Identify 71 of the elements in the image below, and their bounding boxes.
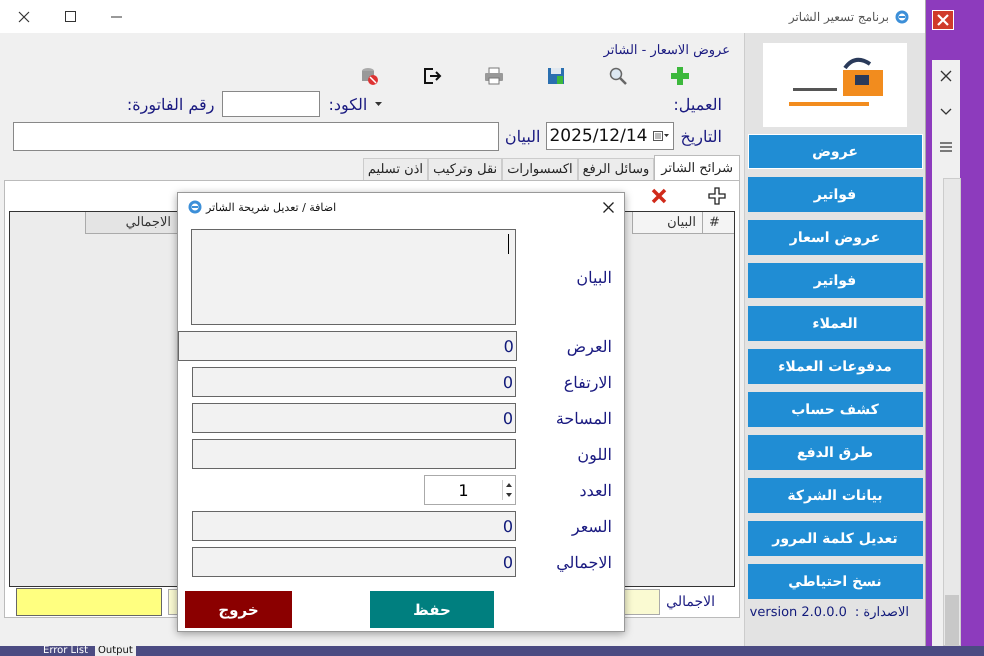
total-label: الاجمالي (666, 594, 715, 610)
app-icon (188, 200, 202, 214)
delete-icon[interactable] (651, 188, 667, 204)
save-button[interactable]: حفظ (370, 591, 494, 628)
search-icon[interactable] (608, 66, 628, 86)
exit-icon[interactable] (422, 66, 442, 86)
save-icon[interactable] (546, 66, 566, 86)
code-field[interactable] (222, 91, 320, 117)
tab[interactable]: اكسسوارات (502, 158, 578, 180)
window-title: برنامج تسعير الشاتر (788, 10, 889, 24)
database-delete-icon[interactable] (360, 66, 380, 86)
customer-label: العميل: (673, 94, 722, 114)
column-header[interactable]: الاجمالي (85, 212, 177, 234)
menu-button[interactable]: طرق الدفع (748, 435, 922, 470)
input-field[interactable]: 0 (192, 403, 516, 433)
exit-button[interactable]: خروج (185, 591, 292, 628)
print-icon[interactable] (484, 66, 504, 86)
close-icon[interactable] (18, 10, 30, 22)
tab[interactable]: اذن تسليم (362, 158, 428, 180)
app-icon (895, 10, 909, 24)
input-field[interactable]: 0 (192, 511, 516, 541)
input-field[interactable]: 0 (178, 331, 517, 361)
field-label: العدد (578, 480, 612, 500)
field-label: المساحة (554, 408, 612, 428)
field-label: الاجمالي (555, 552, 612, 572)
tab[interactable]: شرائح الشاتر (654, 155, 740, 180)
menu-button[interactable]: عروض اسعار (748, 220, 922, 255)
menu-button[interactable]: عروض (748, 134, 922, 169)
menu-button[interactable]: تعديل كلمة المرور (748, 521, 922, 556)
invoice-number-label: رقم الفاتورة: (126, 94, 214, 114)
chevron-icon[interactable] (940, 108, 952, 116)
field-label: البيان (575, 268, 612, 286)
maximize-icon[interactable] (64, 11, 76, 22)
date-picker[interactable]: 2025/12/14 (546, 122, 674, 150)
column-header[interactable]: البيان (632, 212, 702, 234)
input-field[interactable] (192, 439, 516, 469)
tab[interactable]: وسائل الرفع (578, 158, 654, 180)
field-label: الارتفاع (562, 372, 612, 392)
menu-button[interactable]: كشف حساب (748, 392, 922, 427)
tab[interactable]: نقل وتركيب (428, 158, 502, 180)
menu-button[interactable]: العملاء (748, 306, 922, 341)
version-number: version 2.0.0.0 (750, 605, 847, 620)
dialog-title: اضافة / تعديل شريحة الشاتر (206, 200, 336, 214)
date-label: التاريخ (680, 126, 722, 146)
panel-tab[interactable]: Error List (40, 646, 92, 656)
description-field[interactable] (12, 122, 499, 150)
menu-button[interactable]: فواتير (748, 177, 922, 212)
add-icon[interactable] (707, 186, 727, 206)
field-label: العرض (566, 336, 612, 356)
calendar-icon[interactable] (653, 131, 670, 141)
menu-button[interactable]: نسخ احتياطي (748, 564, 922, 599)
close-icon[interactable] (940, 70, 952, 82)
text-area[interactable] (191, 229, 516, 325)
code-label: الكود: (328, 94, 368, 114)
caret-icon[interactable] (375, 102, 382, 106)
panel-tab[interactable]: Output (95, 646, 136, 656)
menu-button[interactable]: فواتير (748, 263, 922, 298)
description-label: البيان (504, 126, 540, 146)
field-label: السعر (570, 516, 612, 536)
menu-button[interactable]: مدفوعات العملاء (748, 349, 922, 384)
number-spinner[interactable]: 1 (424, 475, 516, 505)
input-field[interactable]: 0 (192, 367, 516, 397)
column-header[interactable]: # (702, 212, 734, 234)
form-title: عروض الاسعار - الشاتر (602, 42, 731, 60)
menu-button[interactable]: بيانات الشركة (748, 478, 922, 513)
input-field[interactable]: 0 (192, 547, 516, 577)
close-button[interactable] (603, 202, 614, 212)
scrollbar[interactable] (943, 178, 961, 646)
menu-icon[interactable] (940, 142, 952, 152)
version-label: الاصدارة : (854, 605, 909, 620)
field-label: اللون (576, 444, 612, 464)
